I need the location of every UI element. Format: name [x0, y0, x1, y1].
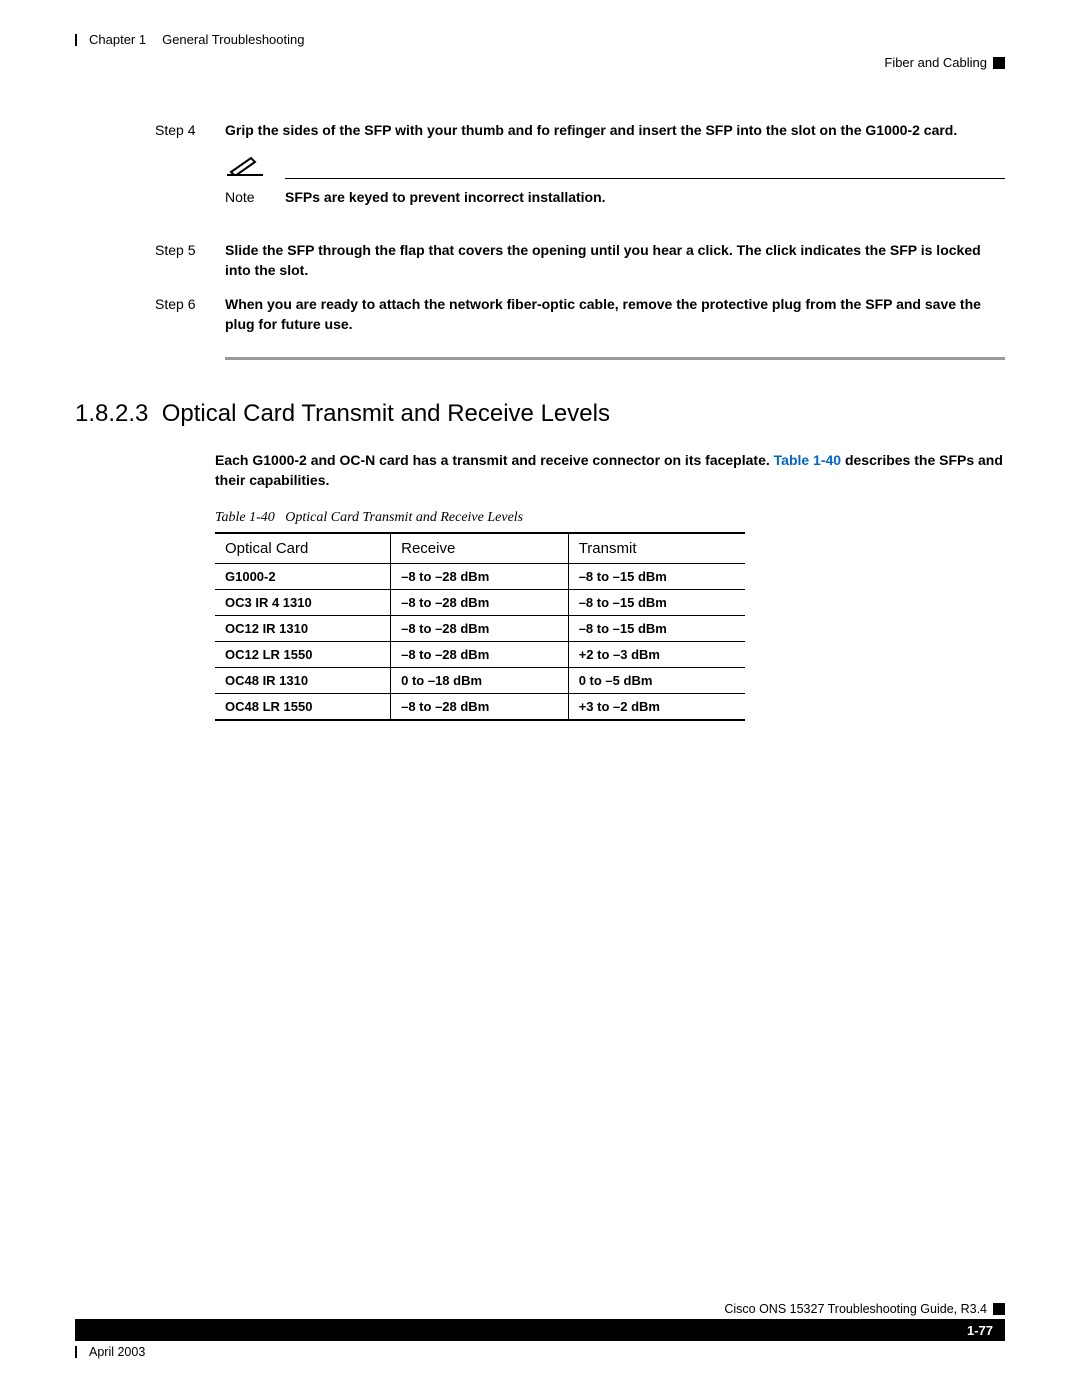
section-end-bar	[225, 357, 1005, 360]
footer-square-icon	[993, 1303, 1005, 1315]
table-header: Transmit	[568, 533, 745, 564]
note-block: Note SFPs are keyed to prevent incorrect…	[225, 154, 1005, 207]
step-row: Step 6 When you are ready to attach the …	[155, 294, 1005, 335]
section-heading: 1.8.2.3 Optical Card Transmit and Receiv…	[75, 400, 1005, 428]
header-left: Chapter 1 General Troubleshooting	[75, 32, 304, 47]
table-header: Receive	[391, 533, 569, 564]
note-rule-icon	[285, 178, 1005, 179]
footer-doc-title: Cisco ONS 15327 Troubleshooting Guide, R…	[724, 1302, 987, 1316]
step-row: Step 4 Grip the sides of the SFP with yo…	[155, 120, 1005, 226]
step-label: Step 5	[155, 240, 225, 281]
header-square-icon	[993, 57, 1005, 69]
footer-bar-icon	[75, 1346, 77, 1358]
footer: Cisco ONS 15327 Troubleshooting Guide, R…	[75, 1302, 1005, 1359]
chapter-title: General Troubleshooting	[162, 32, 304, 47]
footer-bottom: April 2003	[75, 1345, 1005, 1359]
table-row: OC48 LR 1550 –8 to –28 dBm +3 to –2 dBm	[215, 694, 745, 721]
step-text: Grip the sides of the SFP with your thum…	[225, 120, 1005, 226]
section-number: 1.8.2.3	[75, 400, 148, 427]
chapter-number: Chapter 1	[89, 32, 146, 47]
step-text: When you are ready to attach the network…	[225, 294, 1005, 335]
table-row: OC3 IR 4 1310 –8 to –28 dBm –8 to –15 dB…	[215, 590, 745, 616]
table-caption: Table 1-40 Optical Card Transmit and Rec…	[215, 510, 1005, 526]
step-row: Step 5 Slide the SFP through the flap th…	[155, 240, 1005, 281]
table-link[interactable]: Table 1-40	[774, 452, 841, 468]
table-row: G1000-2 –8 to –28 dBm –8 to –15 dBm	[215, 564, 745, 590]
footer-page-bar: 1-77	[75, 1319, 1005, 1341]
table-header: Optical Card	[215, 533, 391, 564]
section-intro: Each G1000-2 and OC-N card has a transmi…	[215, 450, 1005, 491]
table-row: OC12 IR 1310 –8 to –28 dBm –8 to –15 dBm	[215, 616, 745, 642]
note-label: Note	[225, 187, 285, 207]
table-row: OC48 IR 1310 0 to –18 dBm 0 to –5 dBm	[215, 668, 745, 694]
step-label: Step 4	[155, 120, 225, 226]
header-right: Fiber and Cabling	[884, 55, 1005, 70]
table-caption-prefix: Table 1-40	[215, 510, 275, 525]
step-label: Step 6	[155, 294, 225, 335]
page-number: 1-77	[967, 1323, 993, 1338]
table-caption-title: Optical Card Transmit and Receive Levels	[285, 510, 523, 525]
footer-doc-title-row: Cisco ONS 15327 Troubleshooting Guide, R…	[75, 1302, 1005, 1316]
pencil-icon	[227, 154, 1005, 176]
header-bar-icon	[75, 34, 77, 46]
levels-table: Optical Card Receive Transmit G1000-2 –8…	[215, 532, 745, 721]
footer-date: April 2003	[89, 1345, 145, 1359]
note-text: SFPs are keyed to prevent incorrect inst…	[285, 187, 606, 207]
table-row: OC12 LR 1550 –8 to –28 dBm +2 to –3 dBm	[215, 642, 745, 668]
section-title: Optical Card Transmit and Receive Levels	[162, 400, 610, 427]
breadcrumb-right: Fiber and Cabling	[884, 55, 987, 70]
step-text: Slide the SFP through the flap that cove…	[225, 240, 1005, 281]
